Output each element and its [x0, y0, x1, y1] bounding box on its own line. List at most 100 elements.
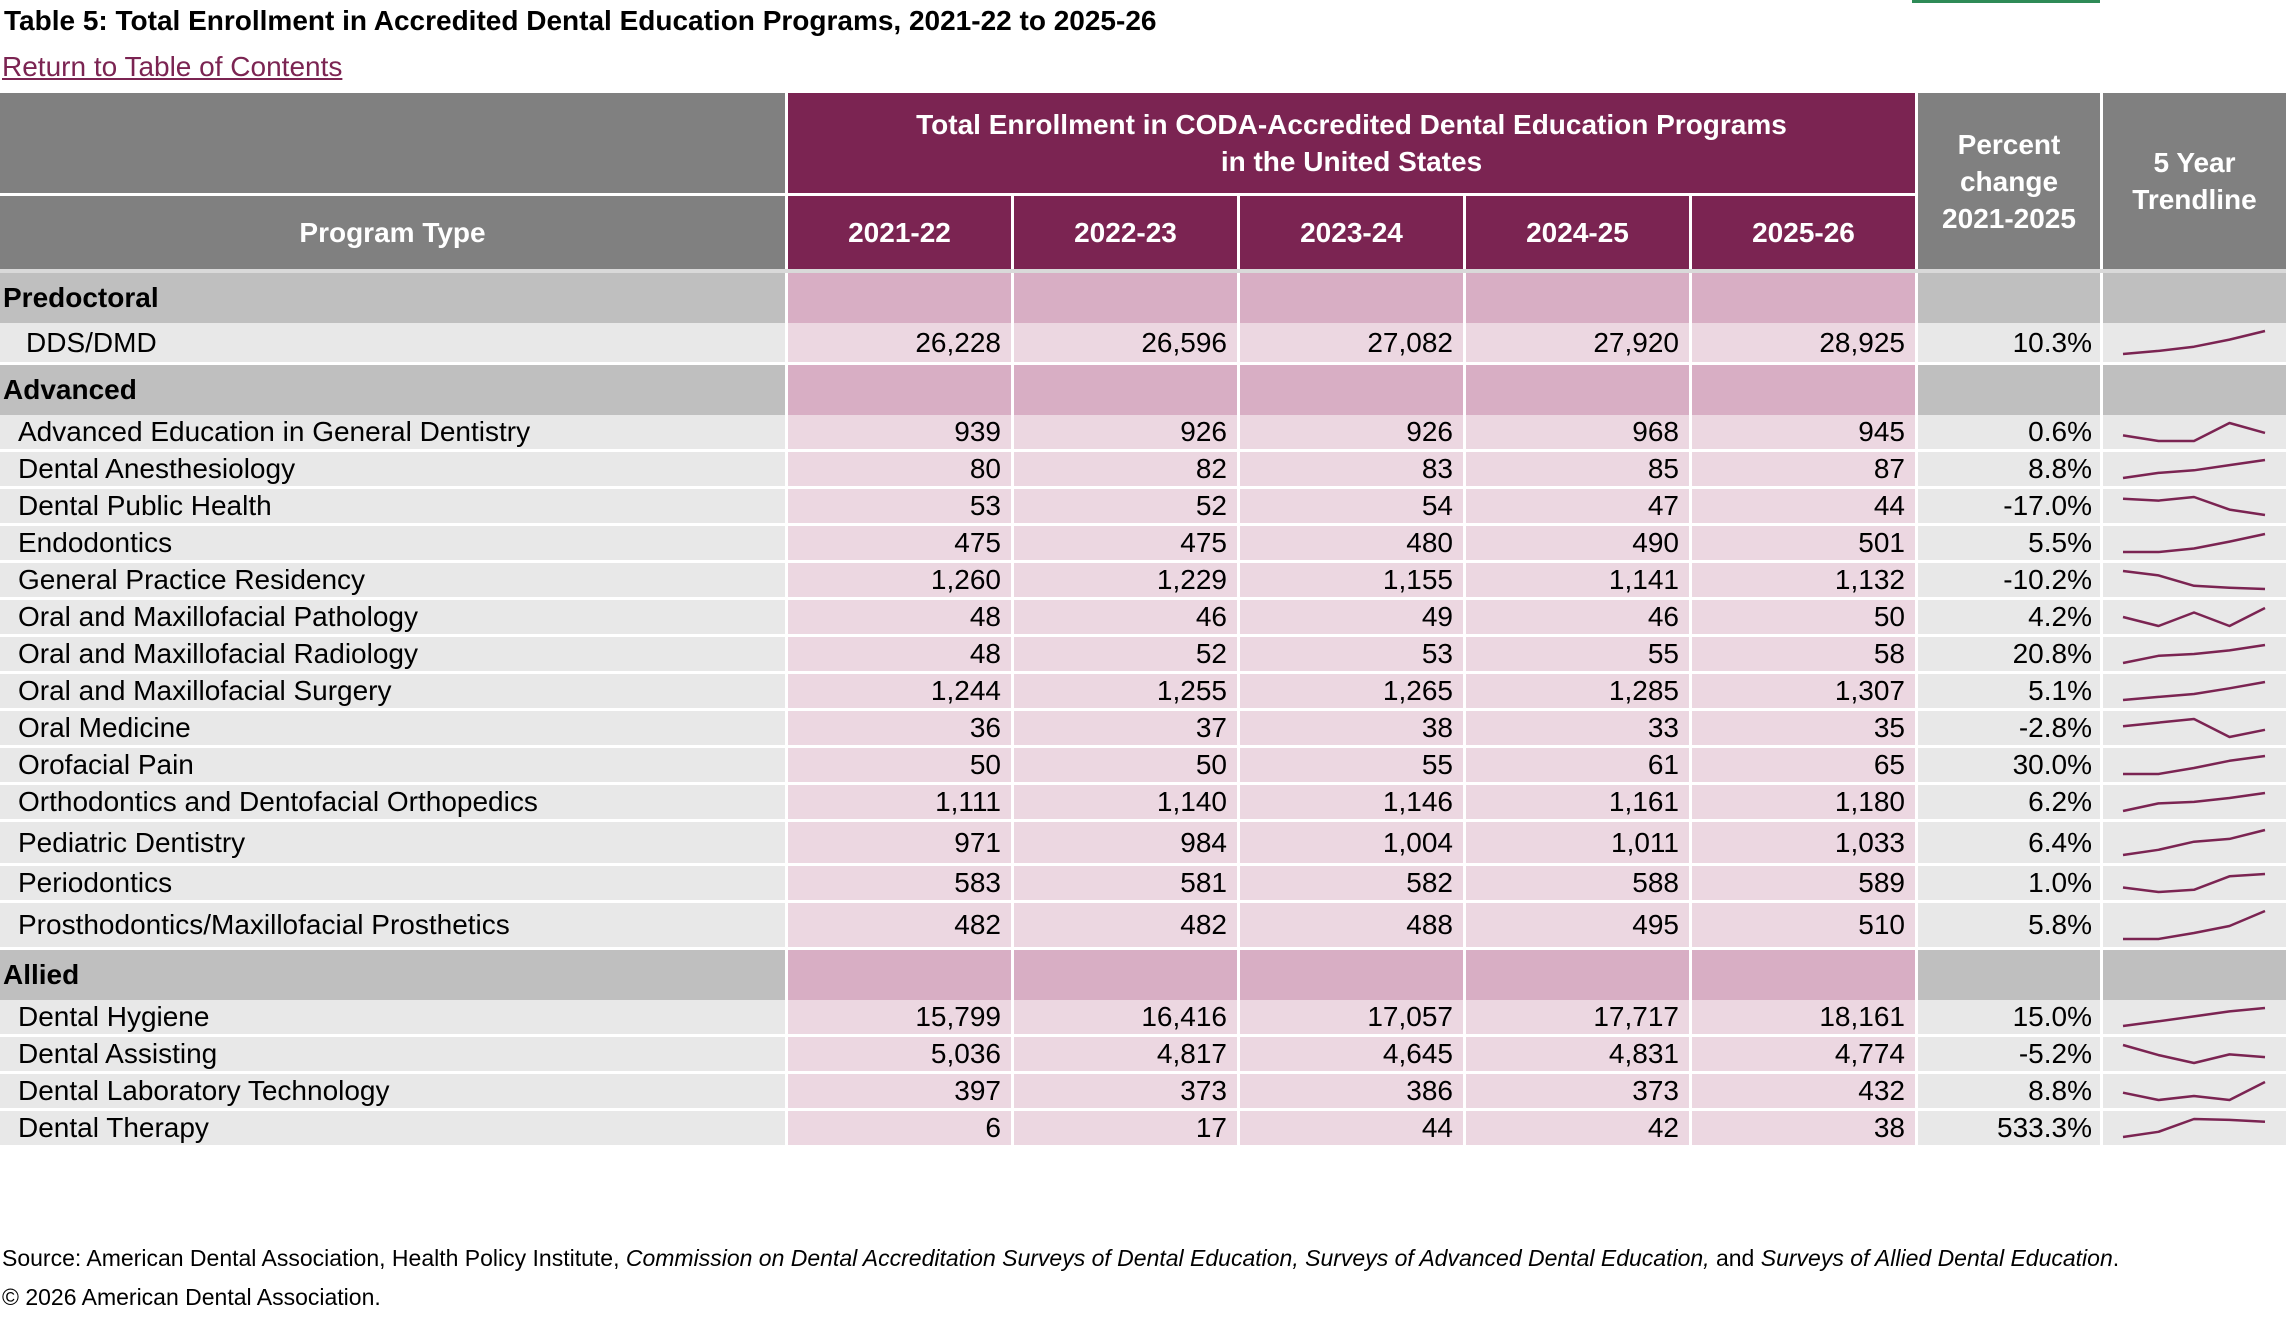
enrollment-value: 1,155: [1237, 563, 1463, 600]
enrollment-value: 1,146: [1237, 785, 1463, 822]
trendline-cell: [2100, 600, 2286, 637]
enrollment-value: 490: [1463, 526, 1689, 563]
section-fill: [1237, 273, 1463, 323]
enrollment-value: 984: [1011, 822, 1237, 866]
sparkline-path: [2122, 643, 2266, 665]
enrollment-value: 5,036: [785, 1037, 1011, 1074]
enrollment-value: 85: [1463, 452, 1689, 489]
sparkline: [2122, 791, 2266, 813]
section-fill: [1689, 273, 1915, 323]
enrollment-value: 50: [1011, 748, 1237, 785]
enrollment-value: 971: [785, 822, 1011, 866]
table-row: Orthodontics and Dentofacial Orthopedics…: [0, 785, 2286, 822]
trendline-cell: [2100, 415, 2286, 452]
percent-change-value: 15.0%: [1915, 1000, 2100, 1037]
enrollment-value: 488: [1237, 903, 1463, 950]
enrollment-value: 1,141: [1463, 563, 1689, 600]
enrollment-value: 55: [1463, 637, 1689, 674]
enrollment-value: 1,140: [1011, 785, 1237, 822]
percent-change-value: 8.8%: [1915, 452, 2100, 489]
year-header: 2021-22: [785, 196, 1011, 269]
enrollment-value: 480: [1237, 526, 1463, 563]
page-title: Table 5: Total Enrollment in Accredited …: [4, 5, 1157, 36]
enrollment-value: 1,004: [1237, 822, 1463, 866]
enrollment-value: 53: [1237, 637, 1463, 674]
enrollment-value: 52: [1011, 489, 1237, 526]
enrollment-value: 17: [1011, 1111, 1237, 1148]
section-fill: [2100, 365, 2286, 415]
program-name: Dental Hygiene: [0, 1000, 785, 1037]
enrollment-value: 38: [1689, 1111, 1915, 1148]
program-name: Dental Therapy: [0, 1111, 785, 1148]
section-fill: [785, 273, 1011, 323]
percent-change-header: Percent change 2021-2025: [1915, 93, 2100, 269]
enrollment-value: 583: [785, 866, 1011, 903]
trendline-cell: [2100, 866, 2286, 903]
enrollment-value: 501: [1689, 526, 1915, 563]
source-italic-1: Commission on Dental Accreditation Surve…: [625, 1245, 1710, 1271]
enrollment-value: 35: [1689, 711, 1915, 748]
enrollment-value: 482: [1011, 903, 1237, 950]
table-row: Periodontics 583 581 582 588 589 1.0%: [0, 866, 2286, 903]
table-row: Orofacial Pain 50 50 55 61 65 30.0%: [0, 748, 2286, 785]
enrollment-value: 945: [1689, 415, 1915, 452]
table-row: DDS/DMD 26,228 26,596 27,082 27,920 28,925 10.…: [0, 323, 2286, 365]
enrollment-value: 373: [1011, 1074, 1237, 1111]
section-fill: [1237, 950, 1463, 1000]
sparkline-path: [2122, 1006, 2266, 1028]
enrollment-value: 939: [785, 415, 1011, 452]
enrollment-value: 61: [1463, 748, 1689, 785]
section-fill: [785, 950, 1011, 1000]
enrollment-value: 27,920: [1463, 323, 1689, 365]
source-mid: and: [1709, 1245, 1761, 1271]
enrollment-value: 65: [1689, 748, 1915, 785]
percent-change-value: 6.4%: [1915, 822, 2100, 866]
enrollment-value: 432: [1689, 1074, 1915, 1111]
sparkline-path: [2122, 329, 2266, 356]
sparkline-path: [2122, 791, 2266, 813]
sparkline-path: [2122, 1080, 2266, 1102]
enrollment-value: 36: [785, 711, 1011, 748]
section-fill: [1011, 273, 1237, 323]
table-body: Predoctoral DDS/DMD 26,228 26,596 27,082 27,9…: [0, 269, 2286, 1148]
table-row: General Practice Residency 1,260 1,229 1,15…: [0, 563, 2286, 600]
sparkline: [2122, 1006, 2266, 1028]
enrollment-value: 4,831: [1463, 1037, 1689, 1074]
sparkline: [2123, 754, 2266, 776]
enrollment-value: 27,082: [1237, 323, 1463, 365]
return-to-toc-link[interactable]: Return to Table of Contents: [2, 50, 342, 84]
group-header-line2: in the United States: [1220, 146, 1483, 177]
enrollment-value: 475: [785, 526, 1011, 563]
enrollment-value: 1,260: [785, 563, 1011, 600]
section-row: Advanced: [0, 365, 2286, 415]
table-row: Prosthodontics/Maxillofacial Prosthetics…: [0, 903, 2286, 950]
sparkline: [2122, 569, 2266, 591]
enrollment-table: Total Enrollment in CODA-Accredited Dent…: [0, 93, 2286, 1148]
section-fill: [1915, 273, 2100, 323]
percent-change-value: 5.8%: [1915, 903, 2100, 950]
enrollment-value: 1,011: [1463, 822, 1689, 866]
section-fill: [1011, 950, 1237, 1000]
percent-change-value: 1.0%: [1915, 866, 2100, 903]
enrollment-value: 83: [1237, 452, 1463, 489]
enrollment-value: 581: [1011, 866, 1237, 903]
sparkline: [2122, 1080, 2266, 1102]
enrollment-value: 55: [1237, 748, 1463, 785]
enrollment-value: 54: [1237, 489, 1463, 526]
section-fill: [1463, 365, 1689, 415]
trendline-cell: [2100, 489, 2286, 526]
sparkline-path: [2123, 754, 2266, 776]
enrollment-value: 52: [1011, 637, 1237, 674]
enrollment-value: 588: [1463, 866, 1689, 903]
sparkline: [2123, 909, 2266, 941]
program-type-header-top: [0, 93, 785, 196]
enrollment-value: 397: [785, 1074, 1011, 1111]
sparkline-path: [2122, 569, 2266, 591]
sparkline-path: [2123, 532, 2266, 554]
enrollment-value: 18,161: [1689, 1000, 1915, 1037]
sparkline: [2122, 329, 2266, 356]
enrollment-value: 33: [1463, 711, 1689, 748]
table-row: Oral and Maxillofacial Pathology 48 46 49 46…: [0, 600, 2286, 637]
sparkline: [2122, 717, 2266, 739]
enrollment-value: 1,033: [1689, 822, 1915, 866]
